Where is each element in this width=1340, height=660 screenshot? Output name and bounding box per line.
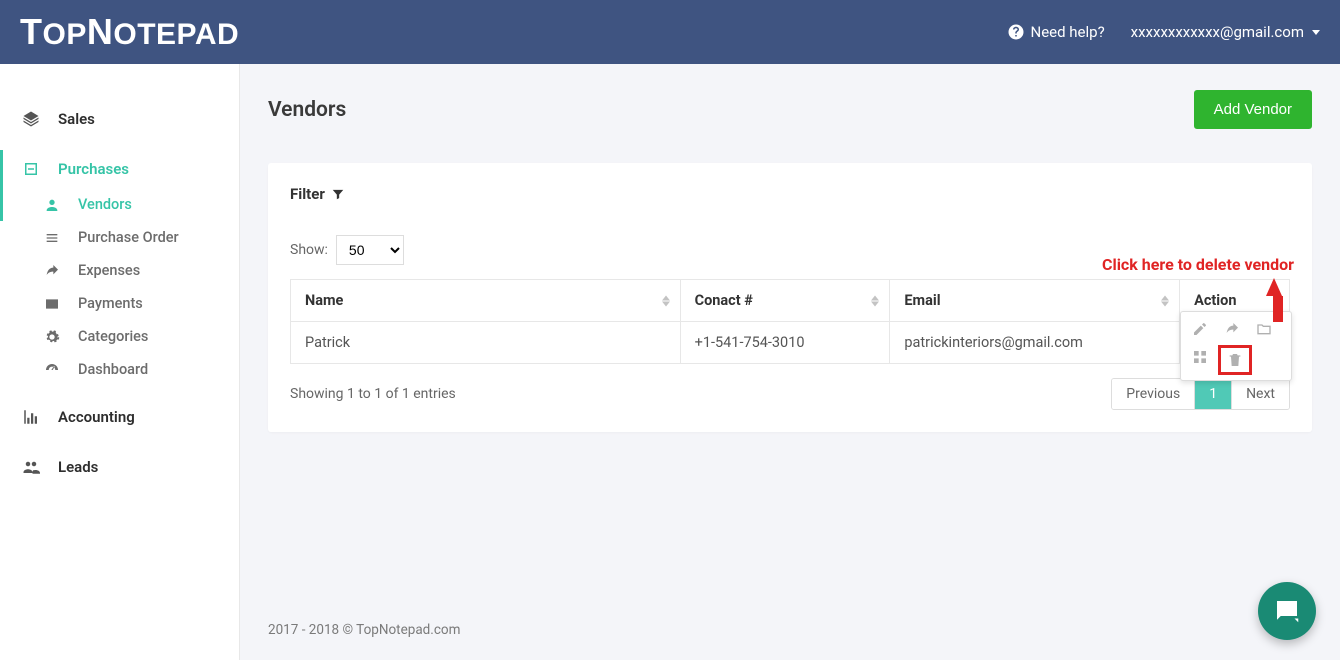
vendors-card: Filter Show: 50 Name Co [268, 163, 1312, 432]
table-row: Patrick +1-541-754-3010 patrickinteriors… [291, 322, 1290, 364]
footer: 2017 - 2018 © TopNotepad.com [240, 608, 1340, 660]
topbar: TOPNOTEPAD Need help? xxxxxxxxxxxx@gmail… [0, 0, 1340, 64]
showing-text: Showing 1 to 1 of 1 entries [290, 386, 456, 402]
user-email: xxxxxxxxxxxx@gmail.com [1131, 23, 1304, 41]
sidebar: Sales Purchases Vendors Purchase Order E… [0, 64, 240, 660]
share-icon [44, 263, 60, 279]
card-icon [44, 296, 60, 312]
people-icon [22, 458, 40, 476]
sort-icon [662, 295, 670, 306]
folder-icon[interactable] [1255, 320, 1273, 338]
sidebar-label-categories: Categories [78, 328, 148, 345]
sidebar-item-vendors[interactable]: Vendors [0, 188, 239, 221]
edit-icon[interactable] [1191, 320, 1209, 338]
sidebar-item-payments[interactable]: Payments [0, 287, 239, 320]
cell-contact: +1-541-754-3010 [680, 322, 890, 364]
users-icon [44, 197, 60, 213]
sidebar-item-expenses[interactable]: Expenses [0, 254, 239, 287]
sidebar-label-sales: Sales [58, 110, 95, 128]
filter-icon [331, 187, 345, 201]
sidebar-item-categories[interactable]: Categories [0, 320, 239, 353]
main-content: Vendors Add Vendor Filter Show: 50 Name [240, 64, 1340, 660]
chevron-down-icon [1312, 30, 1320, 35]
sidebar-label-purchases: Purchases [58, 160, 129, 178]
brand-logo: TOPNOTEPAD [20, 11, 239, 53]
col-contact[interactable]: Conact # [680, 280, 890, 322]
sidebar-label-payments: Payments [78, 295, 143, 312]
sidebar-item-purchase-order[interactable]: Purchase Order [0, 221, 239, 254]
show-label: Show: [290, 242, 328, 258]
chat-icon [1272, 596, 1302, 626]
pager-next[interactable]: Next [1231, 379, 1289, 409]
dashboard-icon [44, 362, 60, 378]
sidebar-item-accounting[interactable]: Accounting [0, 398, 239, 436]
sidebar-label-leads: Leads [58, 458, 98, 476]
chart-icon [22, 408, 40, 426]
pager-prev[interactable]: Previous [1112, 379, 1194, 409]
sidebar-item-purchases[interactable]: Purchases [0, 150, 239, 188]
sidebar-item-sales[interactable]: Sales [0, 100, 239, 138]
user-menu[interactable]: xxxxxxxxxxxx@gmail.com [1131, 23, 1320, 41]
sidebar-label-purchase-order: Purchase Order [78, 229, 179, 246]
sidebar-label-expenses: Expenses [78, 262, 140, 279]
arrow-up-icon [1266, 278, 1282, 296]
filter-label: Filter [290, 185, 325, 203]
callout-annotation: Click here to delete vendor [1102, 255, 1294, 322]
list-icon [44, 230, 60, 246]
help-label: Need help? [1031, 23, 1105, 41]
help-icon [1007, 23, 1025, 41]
page-title: Vendors [268, 98, 346, 122]
filter-toggle[interactable]: Filter [290, 185, 1290, 203]
chat-fab[interactable] [1258, 582, 1316, 640]
sidebar-label-dashboard: Dashboard [78, 361, 148, 378]
sidebar-label-vendors: Vendors [78, 196, 132, 213]
show-select[interactable]: 50 [336, 235, 404, 265]
add-vendor-button[interactable]: Add Vendor [1194, 90, 1312, 129]
sort-icon [871, 295, 879, 306]
sidebar-item-leads[interactable]: Leads [0, 448, 239, 486]
footer-text: 2017 - 2018 © TopNotepad.com [268, 622, 460, 638]
pager: Previous 1 Next [1111, 378, 1290, 410]
layers-icon [22, 110, 40, 128]
grid-icon[interactable] [1191, 348, 1209, 366]
cell-email: patrickinteriors@gmail.com [890, 322, 1180, 364]
pager-page[interactable]: 1 [1194, 379, 1231, 409]
sidebar-label-accounting: Accounting [58, 408, 135, 426]
sidebar-item-dashboard[interactable]: Dashboard [0, 353, 239, 386]
share-icon[interactable] [1223, 320, 1241, 338]
minus-square-icon [22, 160, 40, 178]
col-name[interactable]: Name [291, 280, 681, 322]
trash-icon[interactable] [1226, 351, 1244, 369]
gear-icon [44, 329, 60, 345]
callout-text: Click here to delete vendor [1102, 255, 1294, 274]
help-link[interactable]: Need help? [1007, 23, 1105, 41]
cell-name: Patrick [291, 322, 681, 364]
